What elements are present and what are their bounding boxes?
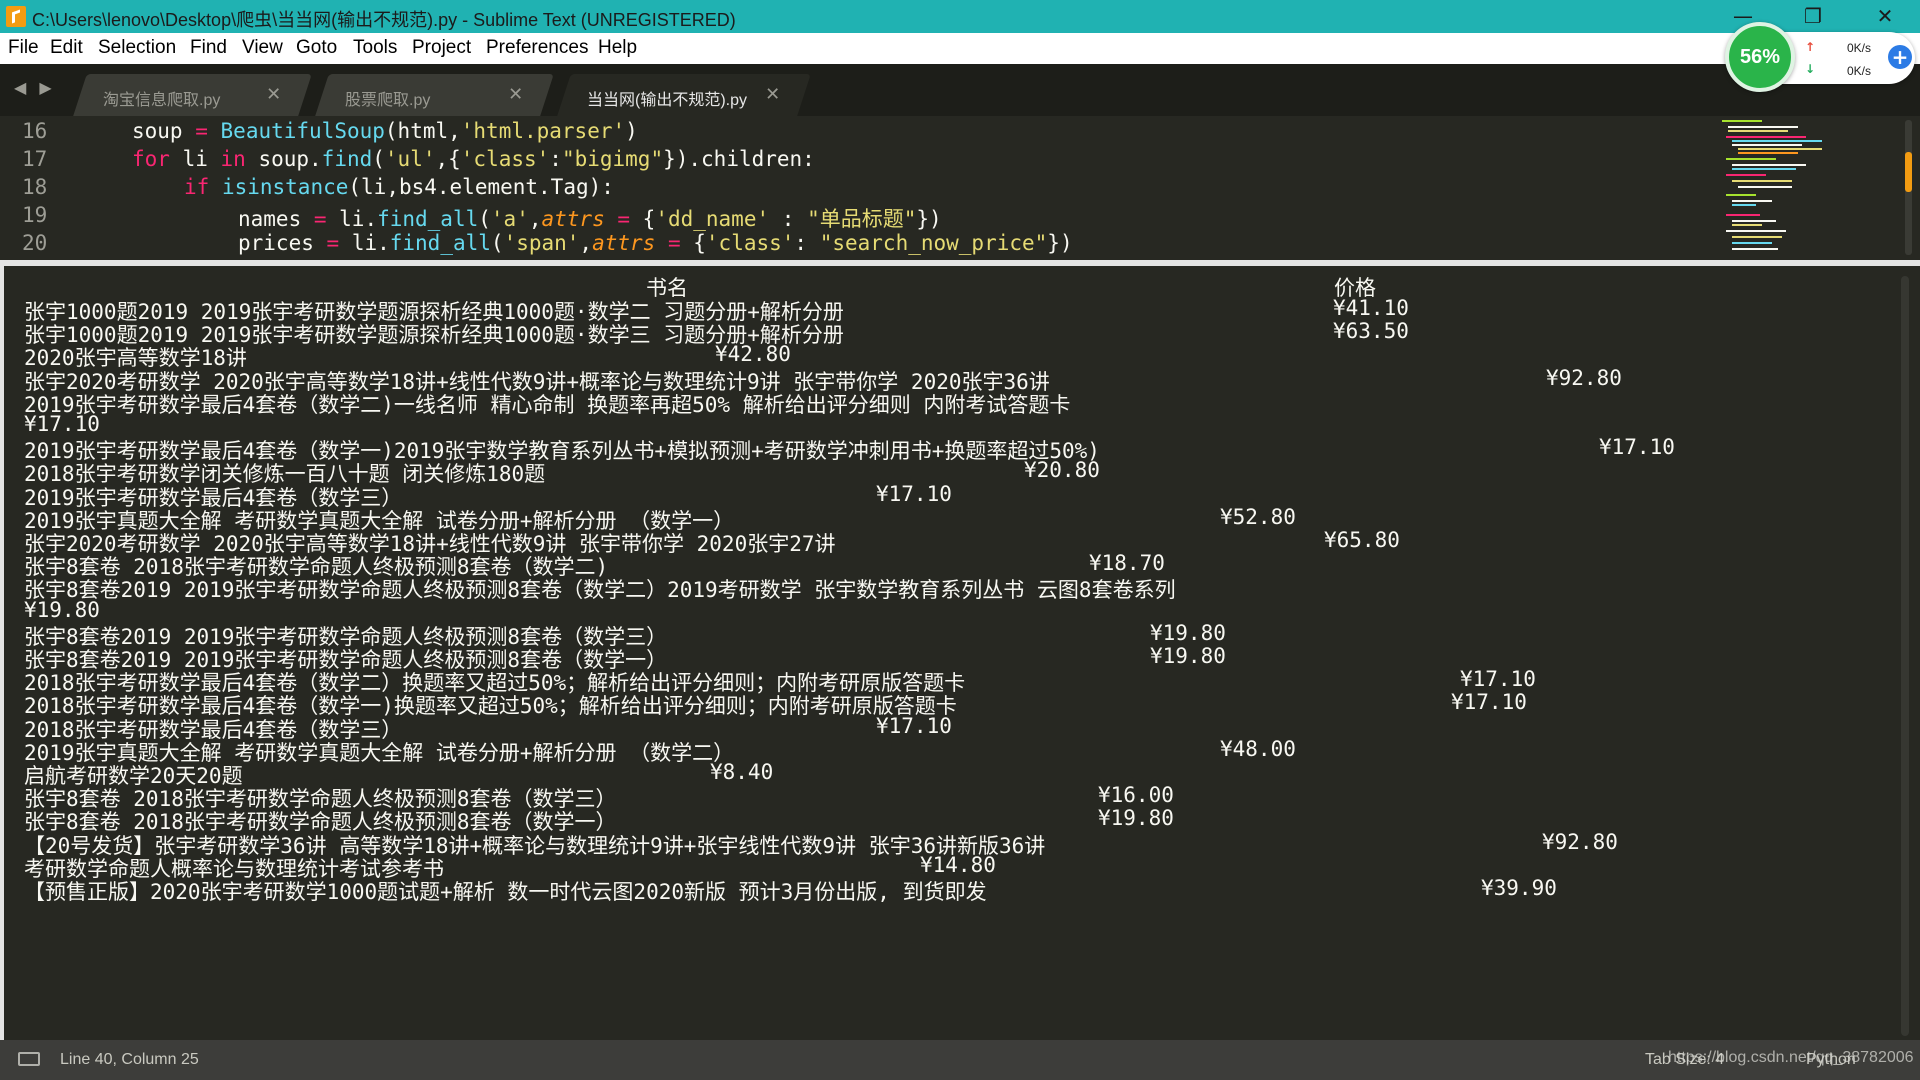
output-console[interactable]: 书名 价格 张宇1000题2019 2019张宇考研数学题源探析经典1000题·…	[0, 266, 1920, 1040]
console-book-title: 【预售正版】2020张宇考研数学1000题试题+解析 数一时代云图2020新版 …	[24, 880, 987, 904]
code-line[interactable]: names = li.find_all('a',attrs = {'dd_nam…	[238, 203, 942, 233]
console-book-price: ¥41.10	[1333, 296, 1409, 320]
status-bar: Line 40, Column 25 Tab Size: 4 Python ht…	[0, 1040, 1920, 1080]
menu-selection[interactable]: Selection	[98, 37, 176, 59]
line-number: 17	[22, 147, 48, 171]
console-book-price: ¥19.80	[1150, 644, 1226, 668]
console-book-title: 张宇8套卷2019 2019张宇考研数学命题人终极预测8套卷（数学二）2019考…	[24, 578, 1176, 603]
menu-help[interactable]: Help	[598, 37, 637, 59]
line-number: 20	[22, 231, 48, 255]
code-editor[interactable]: 16 17 18 19 20 soup = BeautifulSoup(html…	[0, 116, 1920, 260]
tab-close-icon[interactable]: ✕	[266, 84, 281, 105]
tab-bar: ◀ ▶ 淘宝信息爬取.py ✕ 股票爬取.py ✕ 当当网(输出不规范).py …	[0, 64, 1920, 116]
editor-scrollbar[interactable]	[1905, 120, 1912, 255]
console-book-price: ¥20.80	[1024, 458, 1100, 483]
tab-close-icon[interactable]: ✕	[508, 84, 523, 105]
menu-find[interactable]: Find	[190, 37, 227, 59]
menu-edit[interactable]: Edit	[50, 37, 83, 59]
tab-close-icon[interactable]: ✕	[765, 84, 780, 105]
menu-preferences[interactable]: Preferences	[486, 37, 588, 59]
minimap[interactable]	[1722, 118, 1842, 260]
menu-file[interactable]: File	[8, 37, 39, 59]
console-book-price: ¥17.10	[876, 481, 952, 506]
editor-scrollbar-thumb[interactable]	[1905, 152, 1912, 192]
console-book-price: ¥17.10	[1460, 667, 1536, 692]
console-scrollbar[interactable]	[1901, 276, 1909, 1036]
menu-bar: File Edit Selection Find View Goto Tools…	[0, 33, 1920, 64]
console-book-price: ¥65.80	[1324, 528, 1400, 552]
console-book-price: ¥48.00	[1220, 736, 1296, 761]
tab-label: 当当网(输出不规范).py	[587, 92, 748, 109]
console-book-price: ¥17.10	[876, 713, 952, 738]
download-arrow-icon: ↓	[1805, 62, 1816, 76]
tab-nav-arrows-icon[interactable]: ◀ ▶	[14, 78, 56, 97]
menu-tools[interactable]: Tools	[353, 37, 397, 59]
cursor-position: Line 40, Column 25	[60, 1051, 199, 1068]
console-book-price: ¥92.80	[1546, 365, 1622, 390]
upload-speed: 0K/s	[1847, 41, 1872, 55]
console-book-price: ¥17.10	[1599, 435, 1675, 460]
tab-taobao[interactable]: 淘宝信息爬取.py ✕	[73, 74, 312, 116]
menu-goto[interactable]: Goto	[296, 37, 337, 59]
line-number: 16	[22, 119, 48, 143]
title-bar: C:\Users\lenovo\Desktop\爬虫\当当网(输出不规范).py…	[0, 0, 1920, 33]
line-number-gutter: 16 17 18 19 20	[0, 116, 70, 260]
console-book-price: ¥16.00	[1098, 783, 1174, 808]
memory-percent-gauge[interactable]: 56%	[1725, 22, 1795, 92]
code-line[interactable]: prices = li.find_all('span',attrs = {'cl…	[238, 231, 1073, 255]
line-number: 18	[22, 175, 48, 199]
console-book-title: 2019张宇考研数学最后4套卷（数学二)一线名师 精心命制 换题率再超50% 解…	[24, 392, 1071, 417]
console-book-price: ¥92.80	[1542, 829, 1618, 854]
code-line[interactable]: soup = BeautifulSoup(html,'html.parser')	[132, 119, 638, 143]
tab-stock[interactable]: 股票爬取.py ✕	[315, 74, 554, 116]
console-book-title: ¥17.10	[24, 412, 100, 436]
console-book-title: ¥19.80	[24, 597, 100, 622]
panel-switcher-icon[interactable]	[18, 1052, 40, 1066]
console-book-price: ¥19.80	[1098, 806, 1174, 831]
console-book-price: ¥19.80	[1150, 620, 1226, 645]
console-book-price: ¥63.50	[1333, 319, 1409, 344]
tab-label: 股票爬取.py	[345, 92, 431, 109]
network-speed-widget[interactable]: 56% ↑ ↓ 0K/s 0K/s +	[1725, 22, 1915, 92]
tab-label: 淘宝信息爬取.py	[103, 92, 221, 109]
console-book-price: ¥42.80	[715, 342, 791, 367]
console-book-price: ¥17.10	[1451, 690, 1527, 715]
watermark-text: https://blog.csdn.net/qq_38782006	[1668, 1049, 1914, 1066]
console-book-price: ¥18.70	[1089, 551, 1165, 576]
console-book-price: ¥14.80	[920, 852, 996, 877]
upload-arrow-icon: ↑	[1805, 40, 1816, 54]
menu-view[interactable]: View	[242, 37, 283, 59]
console-book-price: ¥52.80	[1220, 504, 1296, 529]
line-number: 19	[22, 203, 48, 227]
console-book-price: ¥8.40	[710, 760, 774, 784]
menu-project[interactable]: Project	[412, 37, 471, 59]
code-line[interactable]: if isinstance(li,bs4.element.Tag):	[184, 175, 614, 199]
window-title: C:\Users\lenovo\Desktop\爬虫\当当网(输出不规范).py…	[32, 10, 736, 30]
tab-dangdang[interactable]: 当当网(输出不规范).py ✕	[557, 74, 811, 116]
download-speed: 0K/s	[1847, 64, 1872, 78]
sublime-logo-icon	[6, 6, 26, 27]
console-book-price: ¥39.90	[1481, 876, 1557, 900]
plus-icon[interactable]: +	[1888, 45, 1912, 69]
code-line[interactable]: for li in soup.find('ul',{'class':"bigim…	[132, 147, 815, 171]
